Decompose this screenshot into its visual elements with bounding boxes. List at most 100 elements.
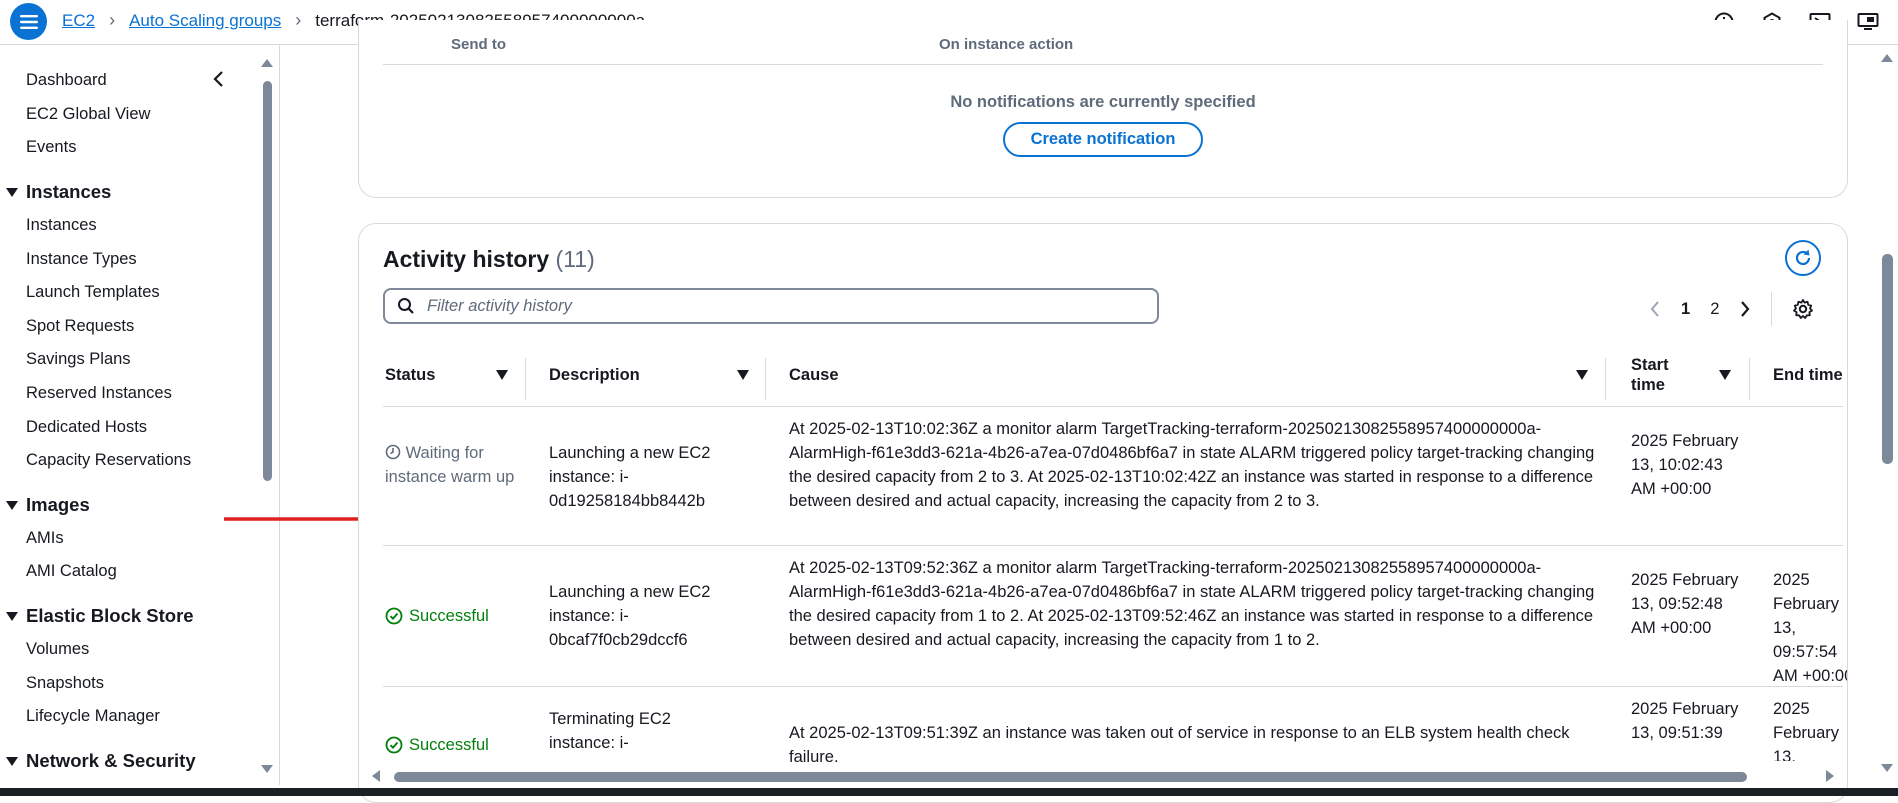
end-time-cell: 2025 February 13, 09:58:02 [1773,700,1840,761]
pagination: 1 2 [1649,292,1814,326]
sidebar-scrollbar[interactable] [263,81,272,481]
sidebar-item-amis[interactable]: AMIs [26,529,64,548]
status-cell: Successful [385,604,489,628]
sidebar-item-spot-requests[interactable]: Spot Requests [26,317,134,336]
success-check-icon [385,736,403,754]
sidebar-section-network-security[interactable]: Network & Security [6,750,196,772]
breadcrumb-ec2-link[interactable]: EC2 [62,11,95,31]
status-text: Successful [409,736,489,754]
sidebar-section-title: Instances [26,181,112,202]
table-scroll-left-icon[interactable] [372,770,380,782]
sidebar-scroll-up-icon[interactable] [261,59,273,67]
sidebar-item-volumes[interactable]: Volumes [26,640,89,659]
refresh-icon [1795,249,1811,266]
caret-down-icon [6,187,18,197]
page-2-button[interactable]: 2 [1710,300,1719,319]
activity-history-title: Activity history (11) [383,246,595,273]
status-cell: Successful [385,733,489,757]
chevron-right-icon: › [295,10,302,30]
table-scroll-right-icon[interactable] [1826,770,1834,782]
column-header-description[interactable]: Description [549,344,640,406]
sidebar-item-snapshots[interactable]: Snapshots [26,674,104,693]
table-row: Successful Launching a new EC2 instance:… [383,546,1847,687]
page-1-button[interactable]: 1 [1681,300,1690,319]
notif-col-action: On instance action [939,36,1074,53]
notif-col-send-to: Send to [451,36,506,53]
filter-activity-search [383,288,1159,324]
column-header-start-time[interactable]: Start time [1631,344,1701,406]
activity-table-header: Status Description Cause Start time End … [383,344,1843,407]
sidebar-item-capacity-reservations[interactable]: Capacity Reservations [26,451,191,470]
sidebar-item-instance-types[interactable]: Instance Types [26,250,137,269]
previous-page-icon[interactable] [1649,300,1661,318]
sidebar-scroll-down-icon[interactable] [261,765,273,773]
page-scroll-down-icon[interactable] [1881,764,1893,772]
sidebar-section-title: Elastic Block Store [26,605,194,626]
taskbar-strip [0,788,1898,796]
sidebar-section-elastic-block-store[interactable]: Elastic Block Store [6,605,194,627]
sidebar-item-lifecycle-manager[interactable]: Lifecycle Manager [26,707,160,726]
column-header-end-time[interactable]: End time [1773,344,1843,406]
column-header-status[interactable]: Status [385,344,435,406]
sidebar-item-ami-catalog[interactable]: AMI Catalog [26,562,117,581]
refresh-button[interactable] [1785,240,1821,276]
notifications-table-header: Send to On instance action [383,36,1823,65]
menu-button[interactable] [10,3,47,40]
sidebar-item-dashboard[interactable]: Dashboard [26,71,107,90]
activity-title-text: Activity history [383,246,550,272]
column-divider[interactable] [765,358,766,400]
sidebar-item-ec2-global-view[interactable]: EC2 Global View [26,105,150,124]
sidebar-item-instances[interactable]: Instances [26,216,97,235]
sort-status-icon[interactable] [496,370,508,380]
notifications-empty-message: No notifications are currently specified [950,93,1256,111]
column-divider[interactable] [525,358,526,400]
search-icon [398,298,414,314]
sort-start-time-icon[interactable] [1719,370,1731,380]
settings-gear-icon[interactable] [1792,298,1814,320]
filter-activity-input[interactable] [425,295,1129,317]
create-notification-button[interactable]: Create notification [1003,122,1203,157]
sidebar-section-instances[interactable]: Instances [6,181,111,203]
start-time-cell: 2025 February 13, 10:02:43 AM +00:00 [1631,432,1739,498]
sort-cause-icon[interactable] [1576,370,1588,380]
success-check-icon [385,607,403,625]
sidebar-section-title: Images [26,494,90,515]
cause-cell: At 2025-02-13T10:02:36Z a monitor alarm … [789,420,1595,510]
sidebar-item-events[interactable]: Events [26,138,76,157]
status-text: Waiting for instance warm up [385,444,515,486]
caret-down-icon [6,611,18,621]
activity-count: (11) [555,246,595,272]
start-time-cell: 2025 February 13, 09:51:39 [1631,700,1739,742]
page-scroll-up-icon[interactable] [1881,54,1893,62]
sidebar-section-images[interactable]: Images [6,494,90,516]
sidebar-item-reserved-instances[interactable]: Reserved Instances [26,384,172,403]
description-cell: Launching a new EC2 instance: i-0d192581… [549,444,711,510]
sidebar-item-savings-plans[interactable]: Savings Plans [26,350,131,369]
cause-cell: At 2025-02-13T09:52:36Z a monitor alarm … [789,559,1595,649]
cause-cell: At 2025-02-13T09:51:39Z an instance was … [789,724,1570,766]
sidebar-item-launch-templates[interactable]: Launch Templates [26,283,160,302]
table-horizontal-scrollbar[interactable] [394,772,1747,782]
sort-description-icon[interactable] [737,370,749,380]
caret-down-icon [6,756,18,766]
start-time-cell: 2025 February 13, 09:52:48 AM +00:00 [1631,571,1739,637]
sidebar-item-dedicated-hosts[interactable]: Dedicated Hosts [26,418,147,437]
description-cell: Launching a new EC2 instance: i-0bcaf7f0… [549,583,711,649]
notifications-panel: Send to On instance action No notificati… [358,20,1848,198]
page-vertical-scrollbar[interactable] [1882,254,1893,464]
column-divider[interactable] [1749,358,1750,400]
column-header-cause[interactable]: Cause [789,344,839,406]
column-divider[interactable] [1605,358,1606,400]
chevron-right-icon: › [109,10,116,30]
status-cell: Waiting for instance warm up [385,441,515,489]
collapse-sidebar-icon[interactable] [212,70,226,93]
activity-history-panel: Activity history (11) 1 2 Status Descrip… [358,223,1848,803]
status-text: Successful [409,607,489,625]
breadcrumb-asg-link[interactable]: Auto Scaling groups [129,11,281,31]
sidebar-section-title: Network & Security [26,750,196,771]
next-page-icon[interactable] [1739,300,1751,318]
table-row: Waiting for instance warm up Launching a… [383,407,1843,546]
side-navigation: Dashboard EC2 Global View Events Instanc… [0,45,280,785]
clock-icon [385,444,401,460]
screen-icon[interactable] [1856,10,1880,34]
